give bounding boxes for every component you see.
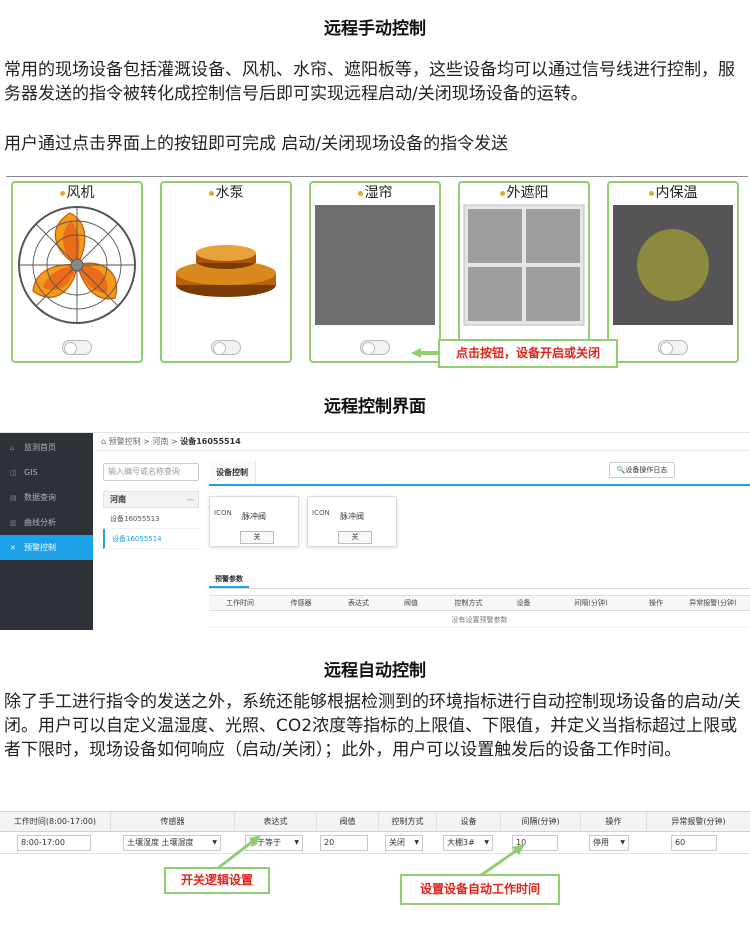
- operation-log-button[interactable]: 🔍设备操作日志: [609, 462, 675, 478]
- home-icon[interactable]: ⌂: [101, 437, 106, 446]
- control-mode-select[interactable]: 关闭: [385, 835, 423, 851]
- valve-label: 脉冲阀: [242, 512, 266, 521]
- col-header: 操作: [580, 812, 646, 832]
- bullet-icon: [499, 190, 505, 196]
- device-card-pump: 水泵: [160, 181, 292, 363]
- bullet-icon: [59, 190, 65, 196]
- device-card-wet-curtain: 湿帘: [309, 181, 441, 363]
- auto-rule-table: 工作时间(8:00-17:00) 传感器 表达式 阀值 控制方式 设备 间隔(分…: [0, 811, 750, 929]
- insulation-icon: [613, 205, 733, 325]
- section-title-auto: 远程自动控制: [324, 661, 426, 681]
- breadcrumb-device: 设备16055514: [180, 437, 241, 446]
- device-label: 内保温: [655, 185, 698, 201]
- breadcrumb-home[interactable]: 预警控制: [109, 437, 141, 446]
- bullet-icon: [208, 190, 214, 196]
- tree-group-henan[interactable]: 河南 —: [103, 491, 199, 508]
- wet-curtain-icon: [315, 205, 435, 325]
- col-header: 间隔(分钟): [574, 599, 608, 607]
- col-header: 操作: [649, 599, 663, 607]
- col-header: 阀值: [316, 812, 378, 832]
- arrow-up-icon: [479, 844, 525, 878]
- sidebar-item-curve[interactable]: ▥ 曲线分析: [0, 510, 93, 535]
- work-time-callout: 设置设备自动工作时间: [400, 874, 560, 905]
- toggle-hint-callout: 点击按钮，设备开启或关闭: [438, 339, 618, 368]
- arrow-left-icon: [411, 348, 439, 358]
- window-shade-icon: [463, 204, 585, 326]
- manual-description: 常用的现场设备包括灌溉设备、风机、水帘、遮阳板等，这些设备均可以通过信号线进行控…: [4, 60, 735, 104]
- control-icon: ✕: [10, 544, 16, 552]
- device-label: 外遮阳: [506, 185, 549, 201]
- auto-table-header: 工作时间(8:00-17:00) 传感器 表达式 阀值 控制方式 设备 间隔(分…: [0, 812, 750, 832]
- col-header: 控制方式: [378, 812, 436, 832]
- col-header: 工作时间: [226, 599, 254, 607]
- logic-setting-callout: 开关逻辑设置: [164, 867, 270, 894]
- sidebar-item-gis[interactable]: ◫ GIS: [0, 460, 93, 485]
- fan-icon: [18, 206, 136, 324]
- valve-label: 脉冲阀: [340, 512, 364, 521]
- sidebar-item-data-query[interactable]: ▤ 数据查询: [0, 485, 93, 510]
- col-header: 工作时间(8:00-17:00): [13, 817, 97, 826]
- collapse-icon[interactable]: —: [186, 492, 194, 507]
- alarm-empty-message: 没有设置预警参数: [209, 612, 750, 628]
- breadcrumb: ⌂ 预警控制 > 河南 > 设备16055514: [93, 433, 750, 451]
- valve-icon: ICON: [214, 509, 232, 517]
- breadcrumb-region[interactable]: 河南: [152, 437, 168, 446]
- col-header: 表达式: [234, 812, 316, 832]
- home-icon: ⌂: [10, 444, 15, 452]
- device-search-input[interactable]: 输入编号或名称查询: [103, 463, 199, 481]
- tree-item-device[interactable]: 设备16055513: [103, 509, 199, 529]
- sidebar-item-alarm-control[interactable]: ✕ 预警控制: [0, 535, 93, 560]
- section-title-manual: 远程手动控制: [324, 19, 426, 39]
- chart-icon: ▥: [10, 519, 17, 527]
- col-header: 设备: [436, 812, 500, 832]
- auto-rule-row: 8:00-17:00 土壤湿度 土壤湿度 小于等于 20 关闭 大棚3# 10 …: [0, 832, 750, 854]
- tree-item-device-selected[interactable]: 设备16055514: [103, 529, 199, 549]
- bullet-icon: [357, 190, 363, 196]
- col-header: 设备: [516, 599, 531, 607]
- operation-select[interactable]: 停用: [589, 835, 629, 851]
- device-card-insulation: 内保温: [607, 181, 739, 363]
- device-label: 风机: [66, 185, 95, 201]
- col-header: 异常报警(分钟): [689, 599, 737, 607]
- sidebar: ⌂ 监测首页 ◫ GIS ▤ 数据查询 ▥ 曲线分析 ✕ 预警控制: [0, 433, 93, 630]
- col-header: 表达式: [348, 599, 369, 607]
- pump-icon: [176, 245, 276, 297]
- alarm-table-header: 工作时间 传感器 表达式 阀值 控制方式 设备 间隔(分钟) 操作 异常报警(分…: [209, 595, 750, 611]
- col-header: 控制方式: [454, 599, 483, 607]
- section-title-interface: 远程控制界面: [324, 397, 426, 417]
- valve-icon: ICON: [312, 509, 330, 517]
- bullet-icon: [648, 190, 654, 196]
- valve-off-button[interactable]: 关: [338, 531, 372, 544]
- valve-card: ICON 脉冲阀 关: [209, 496, 299, 547]
- pump-toggle[interactable]: [211, 340, 241, 355]
- device-card-fan: 风机: [11, 181, 143, 363]
- auto-description: 除了手工进行指令的发送之外，系统还能够根据检测到的环境指标进行自动控制现场设备的…: [4, 692, 741, 760]
- col-header: 阀值: [404, 599, 418, 607]
- device-card-external-shade: 外遮阳: [458, 181, 590, 363]
- fan-toggle[interactable]: [62, 340, 92, 355]
- manual-instruction: 用户通过点击界面上的按钮即可完成 启动/关闭现场设备的指令发送: [4, 134, 509, 154]
- col-header: 传感器: [290, 599, 312, 607]
- col-header: 传感器: [110, 812, 234, 832]
- col-header: 异常报警(分钟): [646, 812, 750, 832]
- wet-curtain-toggle[interactable]: [360, 340, 390, 355]
- database-icon: ▤: [10, 494, 17, 502]
- sidebar-item-monitor[interactable]: ⌂ 监测首页: [0, 435, 93, 460]
- alarm-interval-input[interactable]: 60: [671, 835, 717, 851]
- insulation-toggle[interactable]: [658, 340, 688, 355]
- gis-icon: ◫: [10, 469, 17, 477]
- remote-control-screenshot: ⌂ 监测首页 ◫ GIS ▤ 数据查询 ▥ 曲线分析 ✕ 预警控制 ⌂ 预警控制 > 河南…: [0, 432, 750, 630]
- threshold-input[interactable]: 20: [320, 835, 368, 851]
- valve-off-button[interactable]: 关: [240, 531, 274, 544]
- col-header: 间隔(分钟): [500, 812, 580, 832]
- device-label: 湿帘: [364, 185, 393, 201]
- device-label: 水泵: [215, 185, 244, 201]
- tab-alarm-params: 预警参数: [209, 570, 750, 589]
- work-time-input[interactable]: 8:00-17:00: [17, 835, 91, 851]
- divider: [6, 176, 748, 177]
- valve-card: ICON 脉冲阀 关: [307, 496, 397, 547]
